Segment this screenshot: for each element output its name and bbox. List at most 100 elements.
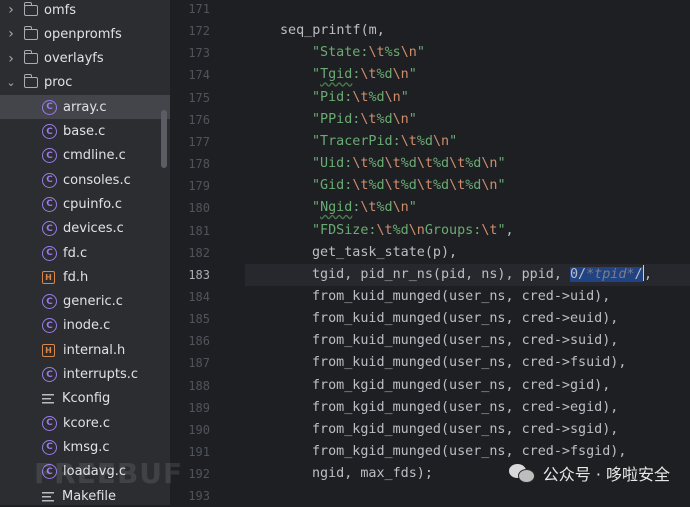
sidebar-scrollbar[interactable] xyxy=(161,110,167,168)
tree-file[interactable]: Cinode.c xyxy=(0,314,170,338)
code-line[interactable]: from_kuid_munged(user_ns, cred->fsuid), xyxy=(312,352,626,374)
code-line[interactable]: "FDSize:\t%d\nGroups:\t", xyxy=(312,220,514,242)
tree-item-label: Kconfig xyxy=(62,391,111,407)
code-line[interactable]: "Uid:\t%d\t%d\t%d\t%d\n" xyxy=(312,153,506,175)
code-line[interactable]: from_kuid_munged(user_ns, cred->euid), xyxy=(312,308,618,330)
c-file-icon: C xyxy=(42,196,57,212)
code-token: %d xyxy=(432,178,450,194)
code-line[interactable]: ngid, max_fds); xyxy=(312,463,433,485)
code-token: \t xyxy=(360,67,377,83)
tree-file[interactable]: Hfd.h xyxy=(0,265,170,289)
code-line[interactable]: from_kgid_munged(user_ns, cred->sgid), xyxy=(312,419,618,441)
tree-file[interactable]: Carray.c xyxy=(0,95,170,120)
tree-item-label: devices.c xyxy=(63,221,124,237)
code-token: %d xyxy=(400,156,417,172)
code-line[interactable]: from_kgid_munged(user_ns, cred->egid), xyxy=(312,397,618,419)
folder-icon xyxy=(23,1,38,16)
tree-item-label: inode.c xyxy=(63,318,111,334)
tree-folder[interactable]: › omfs xyxy=(0,0,163,22)
tree-folder[interactable]: › openpromfs xyxy=(0,22,163,46)
code-line[interactable]: from_kuid_munged(user_ns, cred->suid), xyxy=(312,330,618,352)
code-token: \t xyxy=(416,156,433,172)
code-line[interactable]: "Tgid:\t%d\n" xyxy=(312,64,417,86)
tree-folder[interactable]: › overlayfs xyxy=(0,47,163,71)
code-token: "FDSize: xyxy=(312,222,377,238)
code-token: \t xyxy=(481,222,498,238)
code-token: \n xyxy=(432,133,450,149)
selected-code: / xyxy=(634,266,643,282)
c-file-icon: C xyxy=(42,415,57,431)
code-line[interactable]: from_kgid_munged(user_ns, cred->gid), xyxy=(312,375,610,397)
tree-item-label: overlayfs xyxy=(44,51,104,67)
tree-folder[interactable]: ⌄ proc xyxy=(0,71,163,95)
c-file-icon: C xyxy=(42,124,57,139)
code-token: %d xyxy=(392,222,409,238)
tree-item-label: proc xyxy=(44,75,73,91)
code-token: \t xyxy=(400,133,417,149)
tree-item-label: Makefile xyxy=(62,488,117,504)
chevron-right-icon[interactable]: › xyxy=(6,2,16,18)
tree-item-label: interrupts.c xyxy=(63,367,139,382)
tree-file[interactable]: Cbase.c xyxy=(0,120,170,144)
code-token: "TracerPid: xyxy=(312,133,401,149)
tree-file[interactable]: Cinterrupts.c xyxy=(0,363,170,387)
code-token: " xyxy=(497,156,506,172)
chevron-right-icon[interactable]: › xyxy=(6,51,16,67)
code-token: " xyxy=(400,89,409,105)
code-token: " xyxy=(312,200,321,216)
code-token: "PPid: xyxy=(312,111,361,127)
code-token: \t xyxy=(360,111,377,127)
tree-file[interactable]: Ckmsg.c xyxy=(0,435,170,459)
code-token: , xyxy=(644,266,653,282)
code-token: \n xyxy=(481,178,498,194)
code-line[interactable]: from_kgid_munged(user_ns, cred->fsgid), xyxy=(312,441,626,463)
code-line[interactable]: "PPid:\t%d\n" xyxy=(312,109,417,131)
code-token: from_kuid_munged(user_ns, cred->fsuid), xyxy=(312,355,627,371)
project-tree: › omfs › openpromfs › overlayfs ⌄ proc Carray.c C… xyxy=(0,0,170,505)
code-token: \t xyxy=(449,178,466,194)
code-token: \n xyxy=(400,45,417,61)
code-token: \n xyxy=(384,89,401,105)
tree-file[interactable]: Cdevices.c xyxy=(0,217,170,241)
code-line[interactable]: "Ngid:\t%d\n" xyxy=(312,197,417,219)
code-line[interactable]: from_kuid_munged(user_ns, cred->uid), xyxy=(312,286,610,308)
text-file-icon xyxy=(42,490,54,502)
code-line[interactable]: "TracerPid:\t%d\n" xyxy=(312,131,457,153)
code-line[interactable]: get_task_state(p), xyxy=(312,242,457,264)
code-token: \t xyxy=(352,156,369,172)
tree-file[interactable]: Cgeneric.c xyxy=(0,290,170,314)
tree-item-label: array.c xyxy=(63,99,107,115)
tree-file[interactable]: Cfd.c xyxy=(0,241,170,265)
code-editor[interactable]: seq_printf(m, "State:\t%s\n" "Tgid:\t%d\n"… xyxy=(170,0,690,505)
tree-item-label: internal.h xyxy=(63,342,126,358)
code-line[interactable]: "Pid:\t%d\n" xyxy=(312,87,409,109)
code-token: \n xyxy=(392,67,409,83)
tree-item-label: base.c xyxy=(63,124,106,139)
tree-file[interactable]: Hinternal.h xyxy=(0,338,170,362)
code-line[interactable]: "State:\t%s\n" xyxy=(312,42,425,64)
code-token: " xyxy=(408,67,417,83)
code-token: Ngid xyxy=(320,200,353,216)
freebuf-watermark: FREEBUF xyxy=(34,457,184,490)
code-token: "State: xyxy=(312,45,369,61)
code-token: " xyxy=(408,200,417,216)
code-line[interactable]: seq_printf(m, xyxy=(280,20,385,42)
code-token: seq_printf(m, xyxy=(280,23,385,39)
chevron-right-icon[interactable]: › xyxy=(6,26,16,42)
code-token: " xyxy=(416,45,425,61)
code-token: %s xyxy=(384,45,401,61)
tree-file[interactable]: Kconfig xyxy=(0,387,170,411)
tree-file[interactable]: Ckcore.c xyxy=(0,411,170,435)
tree-file[interactable]: Cconsoles.c xyxy=(0,168,170,192)
code-token: from_kgid_munged(user_ns, cred->gid), xyxy=(312,377,611,393)
code-token: %d xyxy=(432,156,450,172)
wechat-icon xyxy=(508,463,535,483)
tree-file[interactable]: Ccmdline.c xyxy=(0,144,170,168)
code-token: \t xyxy=(360,200,377,216)
chevron-down-icon[interactable]: ⌄ xyxy=(6,76,16,89)
code-line[interactable]: "Gid:\t%d\t%d\t%d\t%d\n" xyxy=(312,175,506,197)
code-token: \n xyxy=(392,111,409,127)
watermark-text: 公众号 · 哆啦安全 xyxy=(542,465,670,484)
tree-file[interactable]: Ccpuinfo.c xyxy=(0,192,170,216)
code-line[interactable]: tgid, pid_nr_ns(pid, ns), ppid, 0/*tpid*… xyxy=(312,264,652,286)
